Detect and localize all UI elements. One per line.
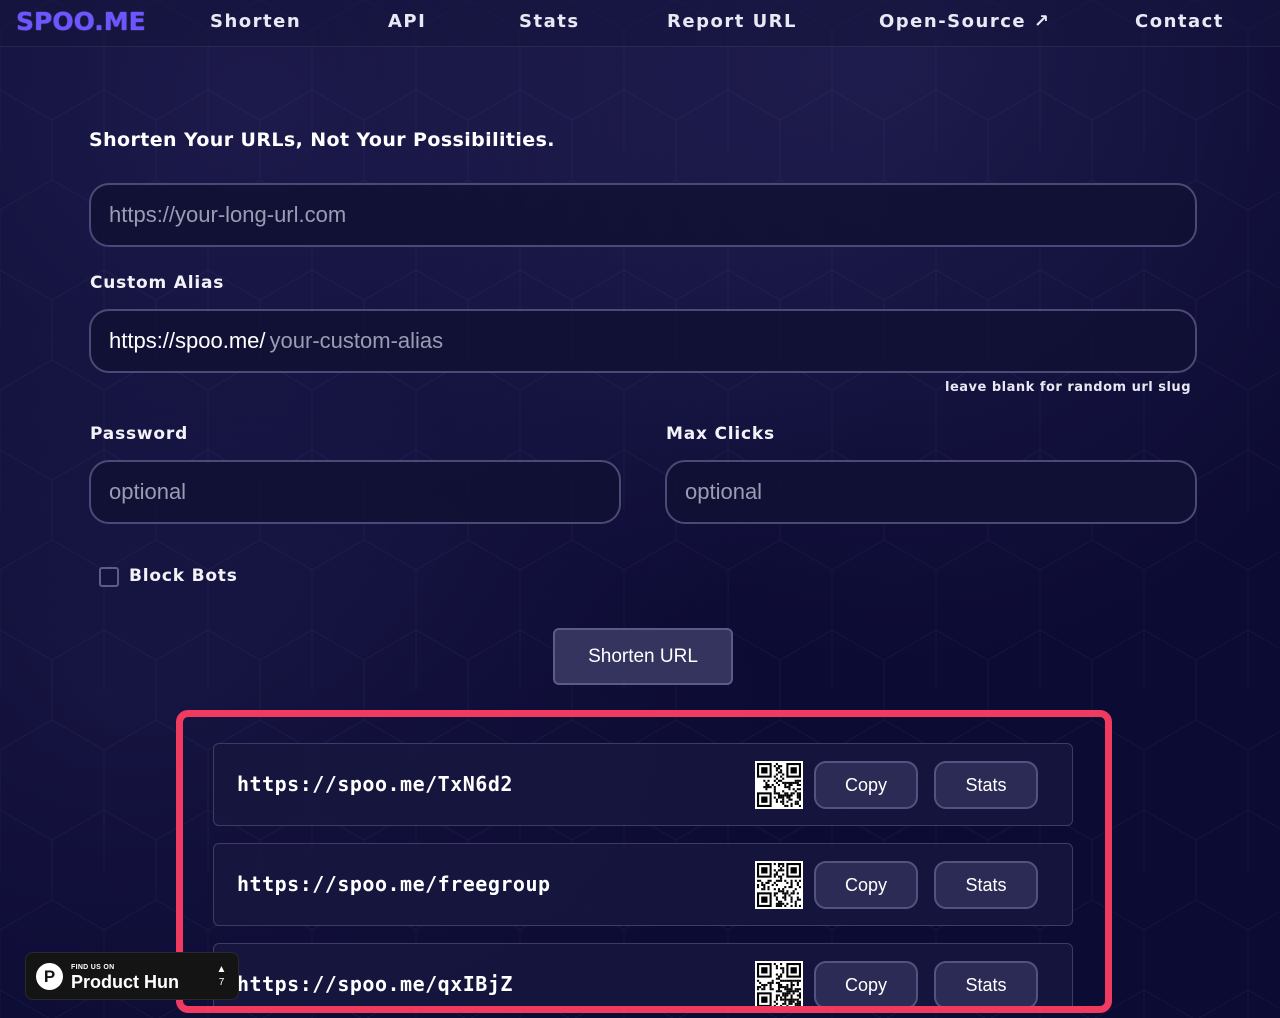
password-field[interactable] xyxy=(89,460,621,524)
nav-link-shorten[interactable]: Shorten xyxy=(210,11,301,32)
product-hunt-icon: P xyxy=(36,963,63,990)
top-navbar: SPOO.ME Shorten API Stats Report URL Ope… xyxy=(0,0,1280,47)
alias-prefix: https://spoo.me/ xyxy=(109,328,266,353)
max-clicks-input[interactable] xyxy=(685,479,1195,505)
nav-link-contact[interactable]: Contact xyxy=(1135,11,1224,32)
nav-link-stats[interactable]: Stats xyxy=(519,11,580,32)
custom-alias-label: Custom Alias xyxy=(90,273,225,293)
upvote-arrow-icon: ▲ xyxy=(216,964,227,975)
custom-alias-field[interactable]: https://spoo.me/ xyxy=(89,309,1197,373)
product-hunt-title: Product Hunt xyxy=(71,972,178,992)
product-hunt-votes: ▲ 7 xyxy=(203,953,238,999)
results-highlight-box xyxy=(176,710,1112,1013)
custom-alias-input[interactable] xyxy=(269,328,1195,354)
site-logo[interactable]: SPOO.ME xyxy=(16,7,146,36)
shorten-url-button[interactable]: Shorten URL xyxy=(553,628,733,685)
max-clicks-field[interactable] xyxy=(665,460,1197,524)
alias-hint: leave blank for random url slug xyxy=(945,380,1191,395)
password-label: Password xyxy=(90,424,189,444)
block-bots-checkbox[interactable] xyxy=(99,567,119,587)
nav-link-report-url[interactable]: Report URL xyxy=(667,11,797,32)
page-tagline: Shorten Your URLs, Not Your Possibilitie… xyxy=(89,129,555,151)
nav-link-open-source[interactable]: Open-Source ↗ xyxy=(879,11,1050,32)
block-bots-label[interactable]: Block Bots xyxy=(129,566,238,586)
password-input[interactable] xyxy=(109,479,619,505)
product-hunt-small-text: FIND US ON xyxy=(71,964,115,971)
nav-link-api[interactable]: API xyxy=(388,11,426,32)
max-clicks-label: Max Clicks xyxy=(666,424,775,444)
vote-count: 7 xyxy=(218,977,225,988)
product-hunt-badge[interactable]: P FIND US ON Product Hunt ▲ 7 xyxy=(25,952,239,1000)
long-url-field[interactable] xyxy=(89,183,1197,247)
long-url-input[interactable] xyxy=(109,202,1195,228)
